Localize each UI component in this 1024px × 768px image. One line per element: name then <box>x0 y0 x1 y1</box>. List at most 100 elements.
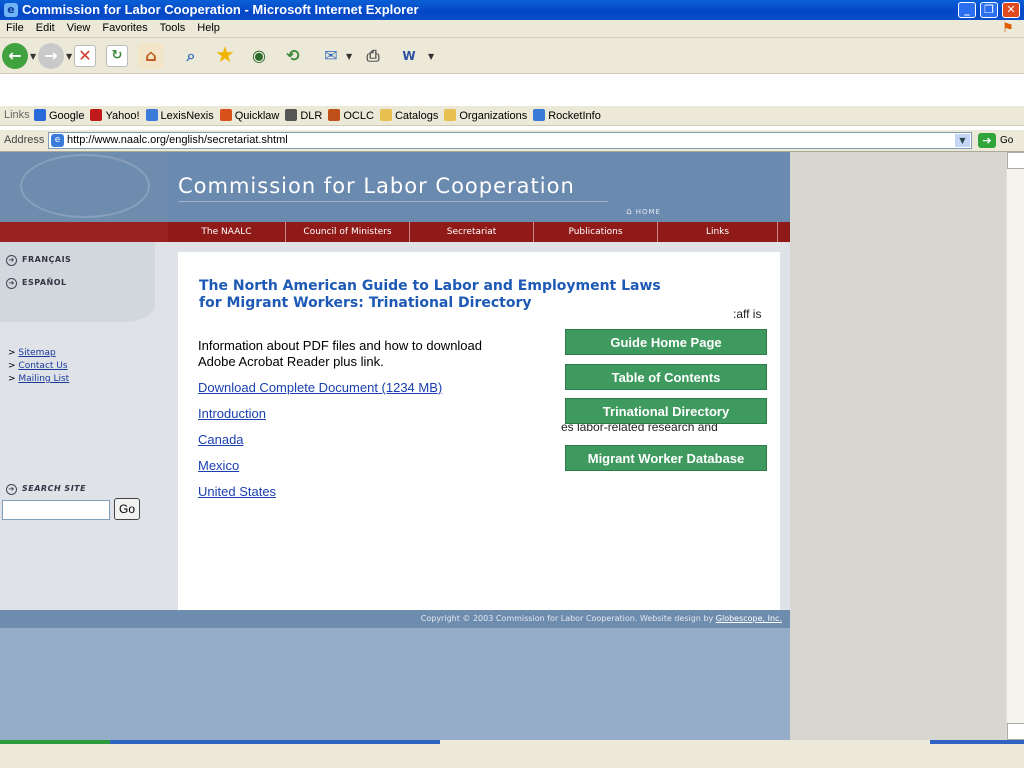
search-site-text: SEARCH SITE <box>22 484 87 493</box>
links-item-label: Yahoo! <box>105 110 140 122</box>
mail-icon[interactable]: ✉ <box>318 43 344 69</box>
go-button[interactable]: Go <box>1000 135 1013 146</box>
arrow-circle-icon: ➔ <box>6 484 17 495</box>
links-item[interactable]: DLR <box>285 109 322 122</box>
address-input[interactable] <box>67 134 947 146</box>
menu-view[interactable]: View <box>61 20 97 36</box>
document-links: Download Complete Document (1234 MB) Int… <box>198 380 442 510</box>
minimize-button[interactable]: _ <box>958 2 976 18</box>
site-search-go-button[interactable]: Go <box>114 498 140 520</box>
left-sidebar: ➔ FRANÇAIS ➔ ESPAÑOL > Sitemap > Contact U… <box>0 242 155 610</box>
lang-french-link[interactable]: ➔ FRANÇAIS <box>6 255 71 266</box>
page-title-line1: The North American Guide to Labor and Em… <box>199 278 661 294</box>
favorites-star-icon[interactable]: ★ <box>212 43 238 69</box>
links-label: Links <box>4 109 30 121</box>
stop-icon[interactable]: ✕ <box>74 45 96 67</box>
canada-link[interactable]: Canada <box>198 432 442 458</box>
home-icon[interactable]: ⌂ <box>138 43 164 69</box>
links-item-label: Organizations <box>459 110 528 122</box>
menu-tools[interactable]: Tools <box>154 20 192 36</box>
link-favicon-icon <box>285 109 298 121</box>
links-item[interactable]: LexisNexis <box>145 109 214 122</box>
link-favicon-icon <box>90 109 103 121</box>
contact-link[interactable]: Contact Us <box>18 361 67 371</box>
forward-icon[interactable]: → <box>38 43 64 69</box>
menu-favorites[interactable]: Favorites <box>96 20 153 36</box>
edit-dropdown-icon[interactable]: ▼ <box>428 52 434 61</box>
menu-edit[interactable]: Edit <box>30 20 61 36</box>
forward-dropdown-icon[interactable]: ▼ <box>66 52 72 61</box>
mail-dropdown-icon[interactable]: ▼ <box>346 52 352 61</box>
maximize-button[interactable]: ❐ <box>980 2 998 18</box>
refresh-icon[interactable]: ↻ <box>106 45 128 67</box>
migrant-worker-database-button[interactable]: Migrant Worker Database <box>565 445 767 471</box>
taskbar-strip <box>0 740 1024 768</box>
nav-council[interactable]: Council of Ministers <box>286 222 410 242</box>
menu-file[interactable]: File <box>0 20 30 36</box>
copyright-text: Copyright © 2003 Commission for Labor Co… <box>421 614 782 623</box>
history-icon[interactable]: ⟲ <box>280 43 306 69</box>
nav-naalc[interactable]: The NAALC <box>168 222 286 242</box>
trinational-directory-button[interactable]: Trinational Directory <box>565 398 767 424</box>
house-icon: ⌂ <box>626 207 633 217</box>
nav-secretariat[interactable]: Secretariat <box>410 222 534 242</box>
sitemap-link[interactable]: Sitemap <box>18 348 55 358</box>
links-bar: Links Google Yahoo! LexisNexis Quicklaw DLR O… <box>0 106 1024 126</box>
media-icon[interactable]: ◉ <box>246 43 272 69</box>
print-icon[interactable]: ⎙ <box>360 43 386 69</box>
taskbar-start <box>0 740 110 744</box>
menu-help[interactable]: Help <box>191 20 226 36</box>
links-item[interactable]: Organizations <box>444 109 527 122</box>
standard-toolbar: ← ▼ → ▼ ✕ ↻ ⌂ ⌕ ★ ◉ ⟲ ✉ ▼ ⎙ W ▼ <box>0 38 1024 74</box>
links-item-label: LexisNexis <box>160 110 214 122</box>
mailing-list-link[interactable]: Mailing List <box>18 374 69 384</box>
site-banner: Commission for Labor Cooperation ⌂ HOME <box>168 152 790 222</box>
back-icon[interactable]: ← <box>2 43 28 69</box>
links-item[interactable]: RocketInfo <box>533 109 601 122</box>
vertical-scrollbar[interactable] <box>1006 152 1024 740</box>
link-favicon-icon <box>219 109 232 121</box>
close-button[interactable]: ✕ <box>1002 2 1020 18</box>
nav-publications[interactable]: Publications <box>534 222 658 242</box>
back-dropdown-icon[interactable]: ▼ <box>30 52 36 61</box>
mexico-link[interactable]: Mexico <box>198 458 442 484</box>
links-item[interactable]: Google <box>34 109 84 122</box>
nav-links[interactable]: Links <box>658 222 778 242</box>
pdf-info-text: Information about PDF files and how to d… <box>198 338 558 370</box>
introduction-link[interactable]: Introduction <box>198 406 442 432</box>
lang-spanish-link[interactable]: ➔ ESPAÑOL <box>6 278 67 289</box>
guide-home-button[interactable]: Guide Home Page <box>565 329 767 355</box>
united-states-link[interactable]: United States <box>198 484 442 510</box>
overflow-text-fragment: :aff is <box>733 307 762 321</box>
download-document-link[interactable]: Download Complete Document (1234 MB) <box>198 380 442 406</box>
home-link[interactable]: ⌂ HOME <box>626 207 661 217</box>
address-bar: Address e ▼ ➔ Go <box>0 130 1024 152</box>
word-icon[interactable]: W <box>396 43 422 69</box>
site-footer: Copyright © 2003 Commission for Labor Co… <box>0 610 790 628</box>
pdf-info-line2: Adobe Acrobat Reader plus link. <box>198 354 384 369</box>
table-of-contents-button[interactable]: Table of Contents <box>565 364 767 390</box>
links-item[interactable]: Yahoo! <box>90 109 140 122</box>
search-site-label: ➔ SEARCH SITE <box>6 484 86 495</box>
link-favicon-icon <box>328 109 341 121</box>
links-item[interactable]: Catalogs <box>379 109 438 122</box>
links-item-label: DLR <box>300 110 323 122</box>
page-title: The North American Guide to Labor and Em… <box>199 278 719 312</box>
window-title: Commission for Labor Cooperation - Micro… <box>22 2 419 17</box>
window-title-bar: e Commission for Labor Cooperation - Mic… <box>0 0 1024 20</box>
search-icon[interactable]: ⌕ <box>178 43 204 69</box>
designer-link[interactable]: Globescope, Inc. <box>716 614 782 623</box>
links-item[interactable]: OCLC <box>328 109 374 122</box>
banner-graphic <box>0 152 168 222</box>
link-favicon-icon <box>533 109 546 121</box>
scroll-down-arrow[interactable] <box>1007 723 1024 740</box>
links-item[interactable]: Quicklaw <box>219 109 279 122</box>
taskbar-tray <box>930 740 1024 744</box>
address-dropdown-icon[interactable]: ▼ <box>955 134 970 147</box>
scroll-up-arrow[interactable] <box>1007 152 1024 169</box>
site-search-input[interactable] <box>2 500 110 520</box>
ie-icon: e <box>4 3 18 17</box>
go-arrow-icon[interactable]: ➔ <box>978 133 996 148</box>
links-item-label: RocketInfo <box>548 110 601 122</box>
address-field[interactable]: e ▼ <box>48 132 972 149</box>
